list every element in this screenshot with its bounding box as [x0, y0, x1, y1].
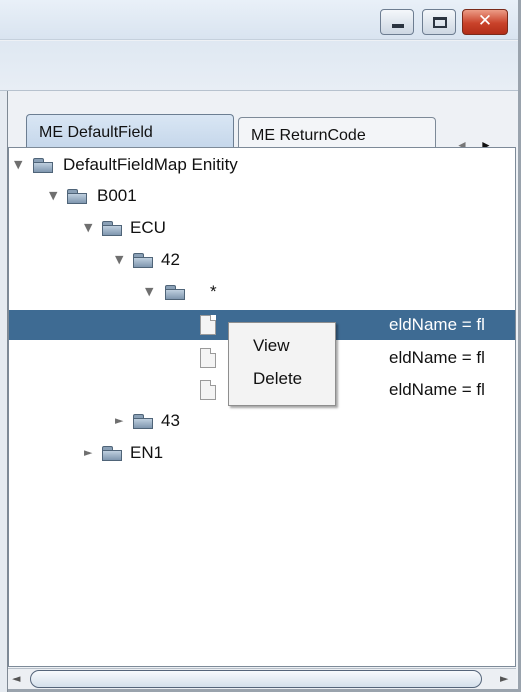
tab-strip: ME DefaultField ME ReturnCode ◄ ► [8, 110, 516, 153]
context-menu-view[interactable]: View [253, 336, 290, 356]
left-border [0, 91, 8, 692]
tree-node-43[interactable]: ► 43 [9, 406, 515, 436]
maximize-icon [433, 17, 447, 28]
folder-open-icon [33, 157, 53, 173]
scroll-left-icon[interactable]: ◄ [12, 672, 20, 685]
tab-me-defaultfield[interactable]: ME DefaultField [26, 114, 234, 150]
folder-open-icon [67, 188, 87, 204]
close-icon: ✕ [477, 11, 493, 31]
tree-node-label: DefaultFieldMap Enitity [63, 155, 238, 174]
tree-node-label: * [210, 282, 217, 301]
folder-open-icon [102, 220, 122, 236]
title-bar: ✕ [0, 0, 518, 40]
scrollbar-thumb[interactable] [30, 670, 482, 688]
tree-node-en1[interactable]: ► EN1 [9, 438, 515, 468]
tree-leaf-label: eldName = fl [389, 348, 485, 367]
expanded-triangle-icon[interactable]: ▼ [14, 150, 22, 180]
close-button[interactable]: ✕ [462, 9, 508, 35]
tree-leaf-label: eldName = fl [389, 315, 485, 334]
document-icon [200, 380, 216, 400]
maximize-button[interactable] [422, 9, 456, 35]
tree-node-label: EN1 [130, 443, 164, 462]
application-window: ✕ ME DefaultField ME ReturnCode ◄ ► ▼ De… [0, 0, 521, 692]
tree-node-b001[interactable]: ▼ B001 [9, 181, 515, 211]
tree-node-42[interactable]: ▼ 42 [9, 245, 515, 275]
folder-open-icon [133, 252, 153, 268]
tree-node-root[interactable]: ▼ DefaultFieldMap Enitity [9, 150, 515, 180]
folder-open-icon [165, 284, 185, 300]
folder-closed-icon [133, 413, 153, 429]
minimize-icon [392, 24, 404, 28]
context-menu: View Delete [228, 322, 336, 406]
collapsed-triangle-icon[interactable]: ► [84, 438, 92, 468]
minimize-button[interactable] [380, 9, 414, 35]
scroll-right-icon[interactable]: ► [500, 672, 508, 685]
folder-closed-icon [102, 445, 122, 461]
tree-node-label: B001 [97, 186, 137, 205]
tree-panel: ▼ DefaultFieldMap Enitity ▼ B001 ▼ ECU ▼… [8, 147, 516, 667]
collapsed-triangle-icon[interactable]: ► [115, 406, 123, 436]
horizontal-scrollbar[interactable]: ◄ ► [8, 668, 516, 689]
context-menu-delete[interactable]: Delete [253, 369, 302, 389]
tree-node-label: 43 [161, 411, 180, 430]
tree-node-label: ECU [130, 218, 166, 237]
expanded-triangle-icon[interactable]: ▼ [115, 245, 123, 275]
toolbar-band [0, 41, 518, 91]
document-icon [200, 315, 216, 335]
expanded-triangle-icon[interactable]: ▼ [49, 181, 57, 211]
tree-node-label: 42 [161, 250, 180, 269]
tree-node-star[interactable]: ▼ * [9, 277, 515, 307]
tree-node-ecu[interactable]: ▼ ECU [9, 213, 515, 243]
document-icon [200, 348, 216, 368]
tree-leaf-label: eldName = fl [389, 380, 485, 399]
expanded-triangle-icon[interactable]: ▼ [145, 277, 153, 307]
expanded-triangle-icon[interactable]: ▼ [84, 213, 92, 243]
